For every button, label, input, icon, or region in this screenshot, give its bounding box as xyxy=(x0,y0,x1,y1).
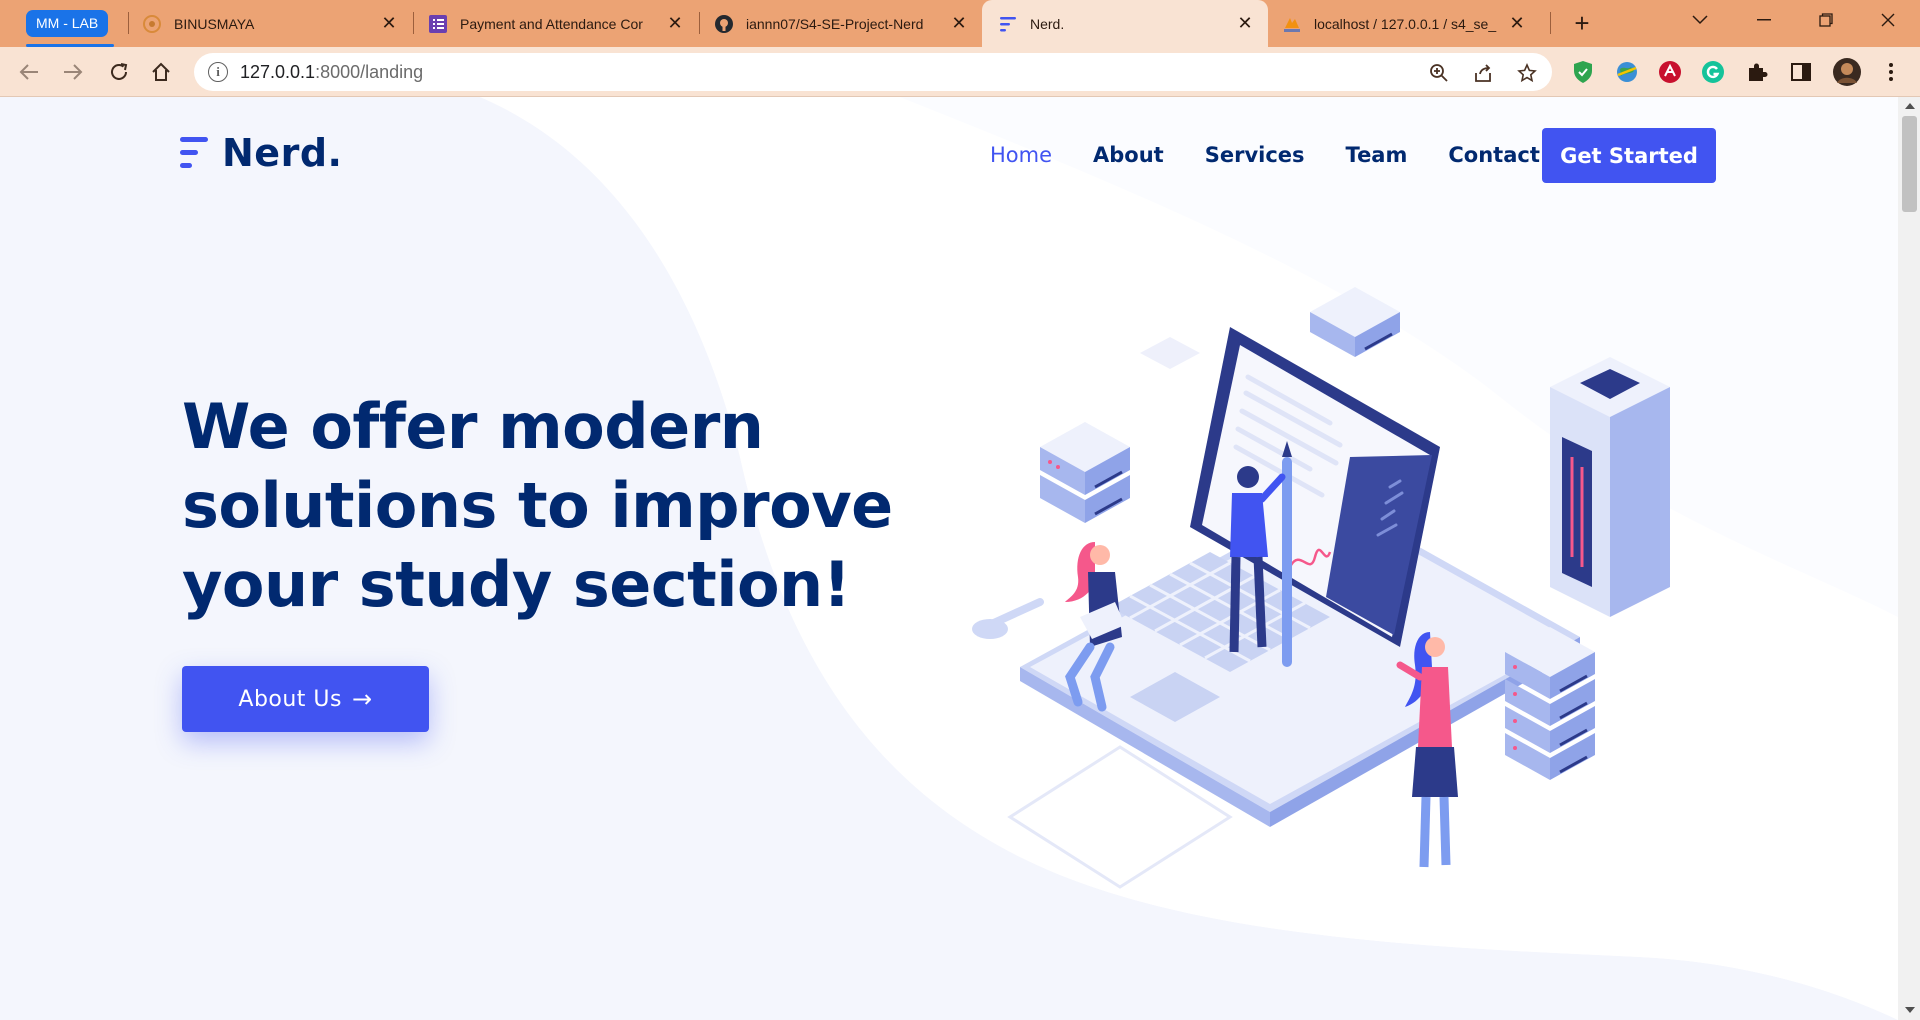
page-scrollbar[interactable] xyxy=(1898,97,1920,1020)
info-icon[interactable]: i xyxy=(208,62,228,82)
side-panel-icon[interactable] xyxy=(1788,59,1814,85)
arrow-right-icon: → xyxy=(352,685,373,713)
back-arrow-icon[interactable] xyxy=(14,57,44,87)
brand-name: Nerd. xyxy=(222,131,343,175)
close-icon[interactable]: ✕ xyxy=(1506,13,1528,35)
new-tab-button[interactable]: + xyxy=(1568,10,1596,38)
url-text[interactable]: 127.0.0.1:8000/landing xyxy=(240,53,423,91)
kebab-menu-icon[interactable] xyxy=(1878,59,1904,85)
tab-strip: MM - LAB BINUSMAYA ✕ Payment and Attenda… xyxy=(0,0,1920,47)
tab-binusmaya[interactable]: BINUSMAYA ✕ xyxy=(142,0,412,47)
tab-separator xyxy=(413,12,414,34)
binusmaya-icon xyxy=(142,14,162,34)
restore-icon[interactable] xyxy=(1796,0,1856,40)
tab-title: BINUSMAYA xyxy=(174,15,255,32)
tab-separator xyxy=(1550,12,1551,34)
headline-line: We offer modern xyxy=(182,390,764,463)
about-us-button[interactable]: About Us → xyxy=(182,666,429,732)
grammarly-icon[interactable] xyxy=(1700,59,1726,85)
nerd-logo-icon xyxy=(998,14,1018,34)
github-icon xyxy=(714,14,734,34)
headline-line: your study section! xyxy=(182,548,851,621)
close-icon[interactable]: ✕ xyxy=(948,13,970,35)
forward-arrow-icon[interactable] xyxy=(58,57,88,87)
reload-icon[interactable] xyxy=(104,57,134,87)
nav-home[interactable]: Home xyxy=(990,143,1052,167)
scroll-up-arrow-icon[interactable] xyxy=(1905,103,1915,109)
tab-separator xyxy=(699,12,700,34)
close-icon[interactable]: ✕ xyxy=(1234,13,1256,35)
star-bookmark-icon[interactable] xyxy=(1516,62,1538,84)
puzzle-extensions-icon[interactable] xyxy=(1744,59,1770,85)
close-icon[interactable]: ✕ xyxy=(378,13,400,35)
shield-extension-icon[interactable] xyxy=(1570,59,1596,85)
tab-group-label[interactable]: MM - LAB xyxy=(26,10,109,37)
home-icon[interactable] xyxy=(146,57,176,87)
scrollbar-thumb[interactable] xyxy=(1902,116,1917,212)
globe-extension-icon[interactable] xyxy=(1614,59,1640,85)
close-icon[interactable]: ✕ xyxy=(664,13,686,35)
nav-contact[interactable]: Contact xyxy=(1448,143,1540,167)
about-us-label: About Us xyxy=(238,686,342,712)
close-window-icon[interactable] xyxy=(1858,0,1918,40)
red-extension-icon[interactable] xyxy=(1657,59,1683,85)
tab-title: localhost / 127.0.0.1 / s4_se_ xyxy=(1314,15,1497,32)
nerd-logo-icon xyxy=(180,137,208,168)
nav-team[interactable]: Team xyxy=(1346,143,1408,167)
nav-services[interactable]: Services xyxy=(1205,143,1305,167)
tab-separator xyxy=(128,12,129,34)
tab-payment-attendance[interactable]: Payment and Attendance Cor ✕ xyxy=(428,0,698,47)
tab-title: iannn07/S4-SE-Project-Nerd xyxy=(746,15,924,32)
profile-avatar[interactable] xyxy=(1832,57,1862,87)
forms-icon xyxy=(428,14,448,34)
main-nav: Home About Services Team Contact xyxy=(990,127,1581,183)
chevron-down-icon[interactable] xyxy=(1670,0,1730,40)
zoom-icon[interactable] xyxy=(1428,62,1450,84)
hero-headline: We offer modern solutions to improve you… xyxy=(182,387,902,624)
tab-phpmyadmin[interactable]: localhost / 127.0.0.1 / s4_se_ ✕ xyxy=(1282,0,1540,47)
scroll-down-arrow-icon[interactable] xyxy=(1905,1007,1915,1013)
tab-title: Payment and Attendance Cor xyxy=(460,15,643,32)
hero-illustration xyxy=(972,287,1670,889)
get-started-button[interactable]: Get Started xyxy=(1542,128,1716,183)
nav-about[interactable]: About xyxy=(1093,143,1164,167)
brand-logo[interactable]: Nerd. xyxy=(180,131,342,175)
share-icon[interactable] xyxy=(1472,62,1494,84)
headline-line: solutions to improve xyxy=(182,469,893,542)
page-viewport: Nerd. Home About Services Team Contact G… xyxy=(0,97,1898,1020)
tab-title: Nerd. xyxy=(1030,15,1065,32)
address-bar[interactable]: i 127.0.0.1:8000/landing xyxy=(194,53,1552,91)
tab-github[interactable]: iannn07/S4-SE-Project-Nerd ✕ xyxy=(714,0,982,47)
minimize-icon[interactable] xyxy=(1734,0,1794,40)
phpmyadmin-icon xyxy=(1282,14,1302,34)
tab-nerd-active[interactable]: Nerd. ✕ xyxy=(982,0,1268,47)
